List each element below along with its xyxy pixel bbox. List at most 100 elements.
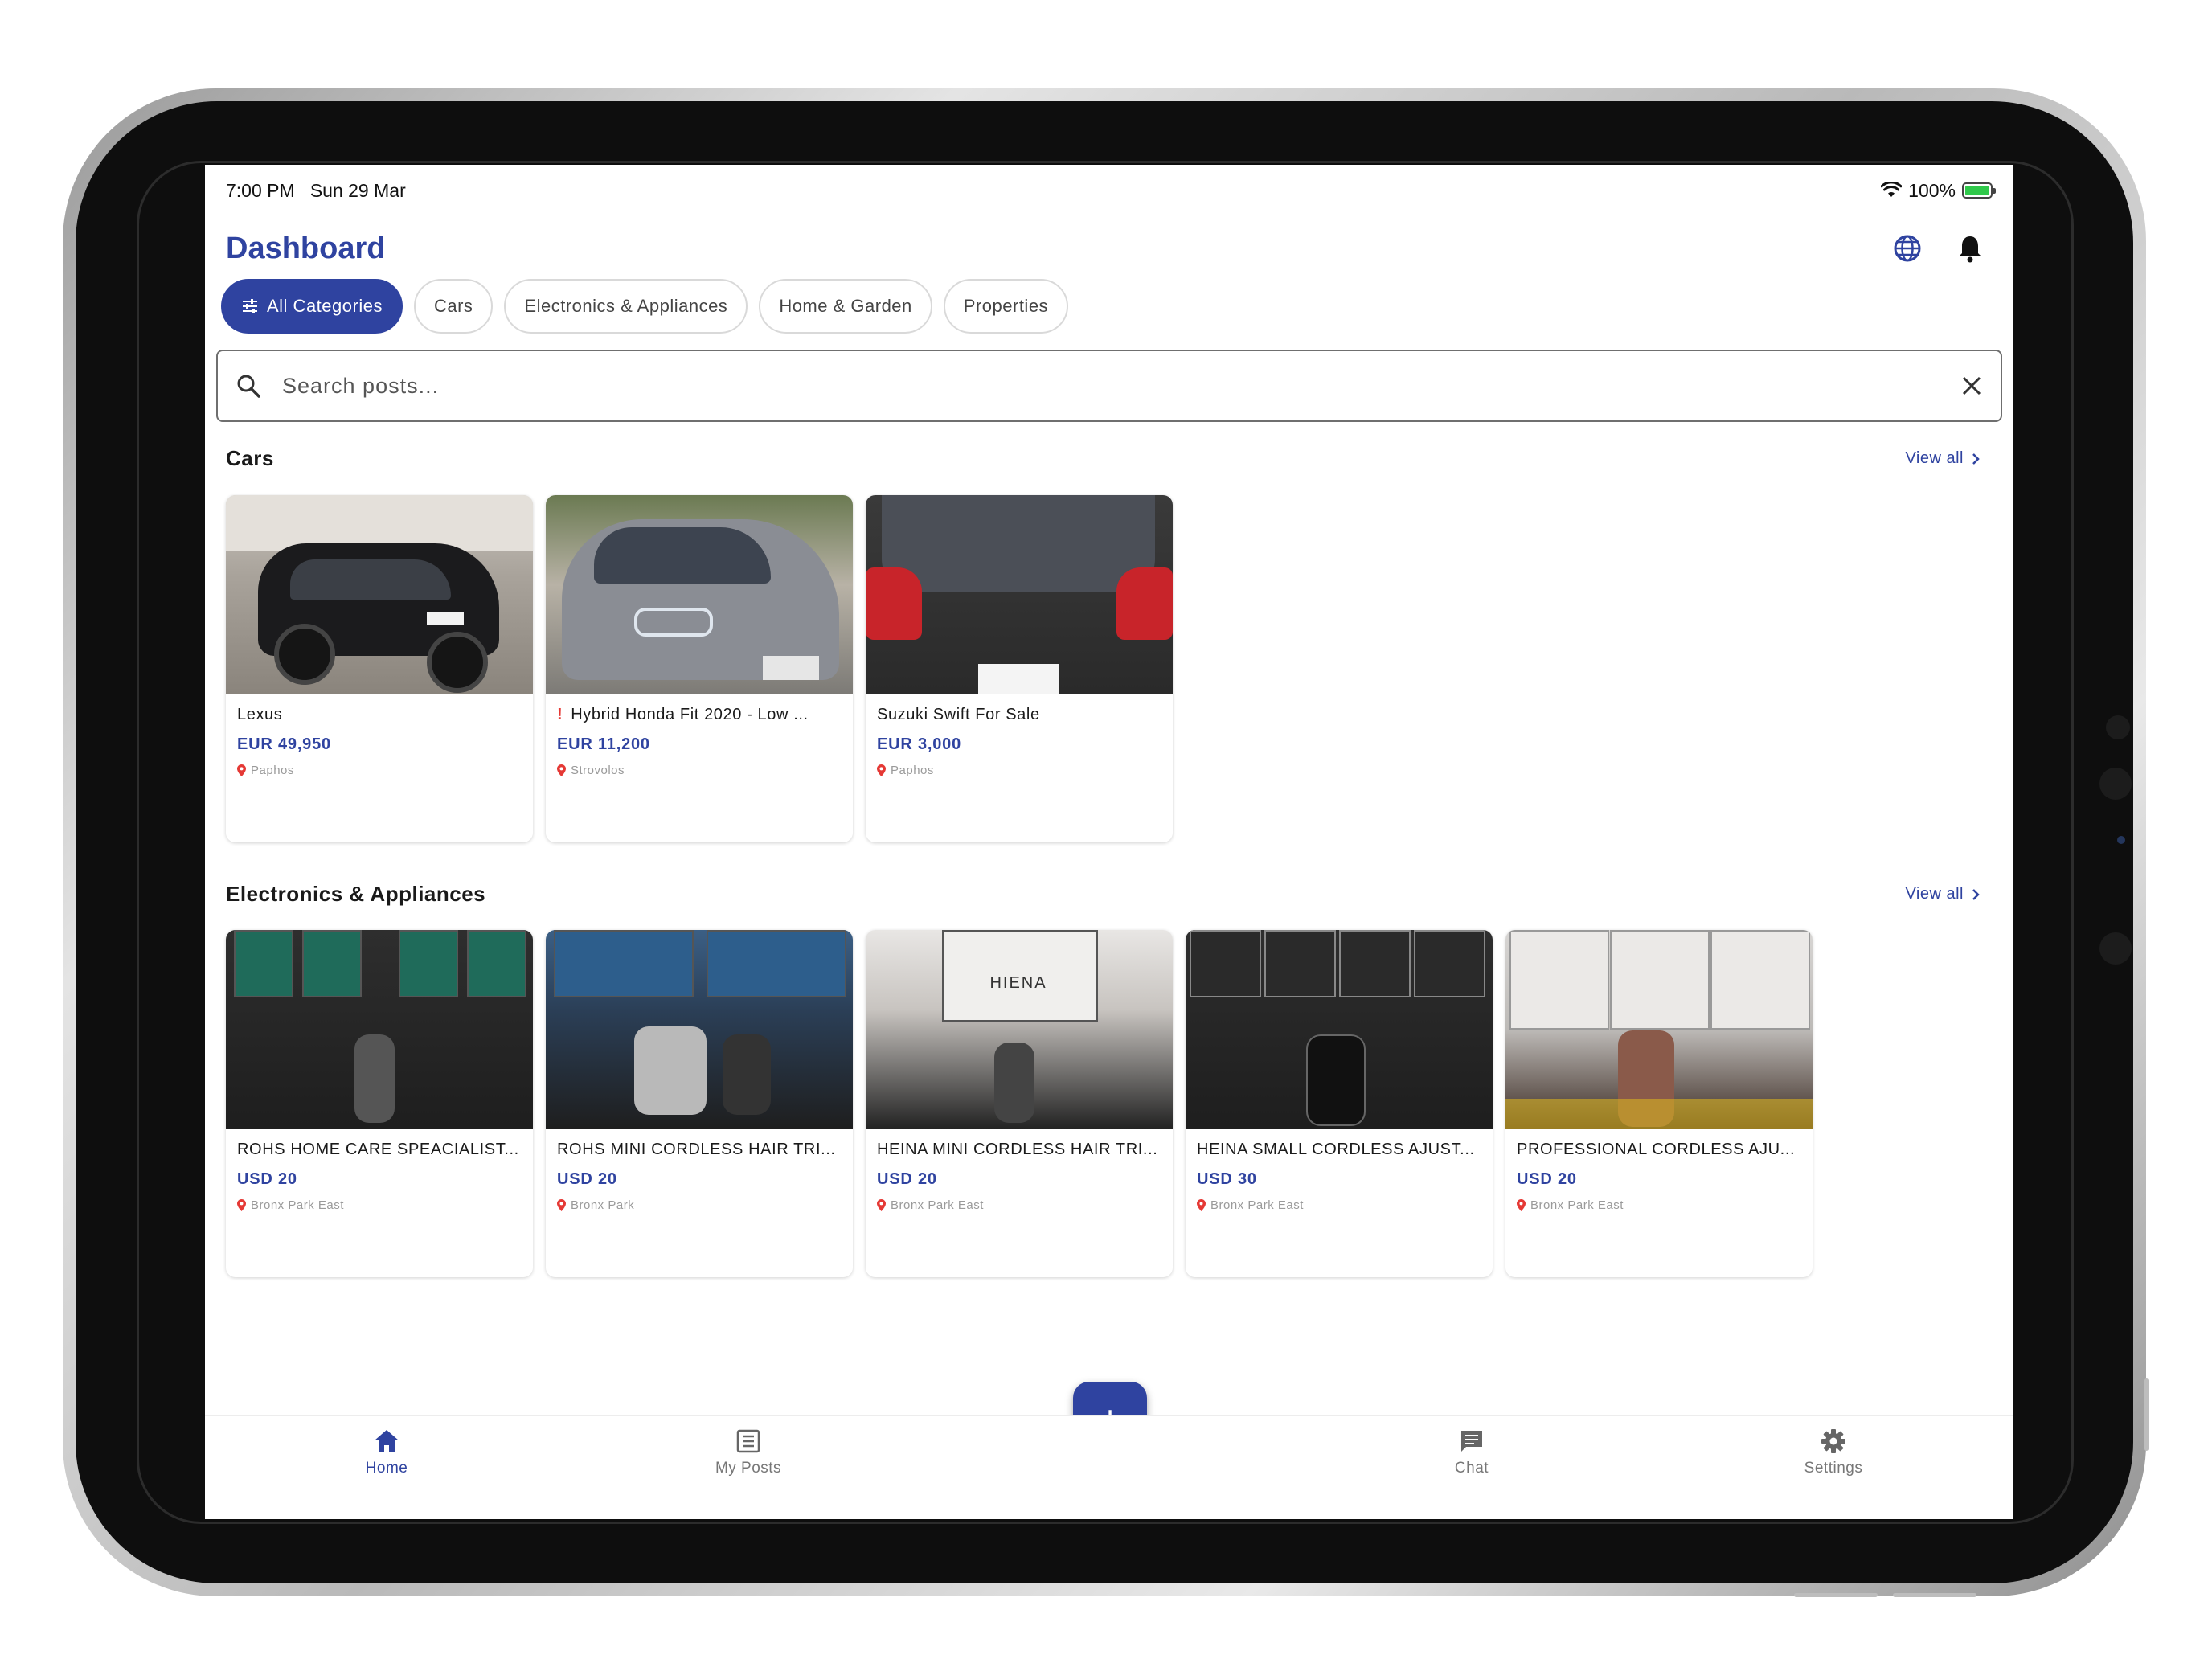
listing-price: EUR 49,950: [237, 735, 331, 753]
listing-title: HEINA MINI CORDLESS HAIR TRI...: [877, 1141, 1158, 1158]
section-title: Cars: [226, 446, 274, 470]
listing-location: Bronx Park East: [1210, 1198, 1304, 1212]
listing-title: Suzuki Swift For Sale: [877, 706, 1040, 723]
status-bar: 7:00 PM Sun 29 Mar 100%: [226, 174, 1996, 207]
chip-label: Cars: [433, 296, 473, 316]
search-bar[interactable]: Search posts...: [216, 350, 2002, 422]
listing-location: Strovolos: [571, 764, 625, 777]
listing-location: Paphos: [891, 764, 934, 777]
listing-card[interactable]: ROHS HOME CARE SPEACIALIST... USD 20 Bro…: [226, 930, 533, 1277]
listing-card[interactable]: Suzuki Swift For Sale EUR 3,000 Paphos: [866, 495, 1173, 842]
globe-icon[interactable]: [1893, 234, 1922, 263]
nav-label: Settings: [1804, 1460, 1863, 1477]
listing-photo: [226, 930, 533, 1129]
search-icon: [237, 375, 260, 398]
electronics-list: ROHS HOME CARE SPEACIALIST... USD 20 Bro…: [226, 930, 1813, 1277]
listing-title: ROHS HOME CARE SPEACIALIST...: [237, 1141, 519, 1158]
product-brand-mark: HIENA: [989, 974, 1047, 992]
section-title: Electronics & Appliances: [226, 882, 486, 906]
search-input[interactable]: Search posts...: [282, 374, 1960, 399]
close-icon[interactable]: [1960, 375, 1983, 397]
alert-icon: !: [557, 706, 563, 723]
chevron-right-icon: [1972, 888, 1980, 900]
location-pin-icon: [557, 764, 566, 776]
chevron-right-icon: [1972, 453, 1980, 465]
listing-title: PROFESSIONAL CORDLESS AJU...: [1517, 1141, 1796, 1158]
wifi-icon: [1881, 182, 1903, 197]
chip-electronics-appliances[interactable]: Electronics & Appliances: [504, 279, 748, 334]
listing-location: Bronx Park East: [891, 1198, 984, 1212]
view-all-link[interactable]: View all: [1905, 449, 1980, 468]
gear-icon: [1821, 1429, 1845, 1453]
camera-sensor: [2106, 715, 2130, 739]
listing-title: HEINA SMALL CORDLESS AJUST...: [1197, 1141, 1475, 1158]
listing-price: USD 20: [1517, 1170, 1577, 1188]
view-all-link[interactable]: View all: [1905, 885, 1980, 903]
listing-location: Bronx Park East: [1530, 1198, 1624, 1212]
section-header-cars: Cars View all: [226, 446, 1993, 471]
chip-label: Home & Garden: [779, 296, 912, 316]
camera-flash: [2099, 932, 2132, 965]
location-pin-icon: [557, 1199, 566, 1211]
location-pin-icon: [237, 1199, 246, 1211]
listing-card[interactable]: PROFESSIONAL CORDLESS AJU... USD 20 Bron…: [1505, 930, 1813, 1277]
listing-price: EUR 3,000: [877, 735, 962, 753]
camera-lens: [2099, 768, 2132, 800]
listing-photo: [866, 495, 1173, 694]
nav-label: My Posts: [715, 1460, 782, 1477]
listing-card[interactable]: HEINA SMALL CORDLESS AJUST... USD 30 Bro…: [1186, 930, 1493, 1277]
nav-label: Chat: [1454, 1460, 1489, 1477]
list-icon: [736, 1429, 760, 1453]
home-icon: [375, 1430, 399, 1452]
chip-all-categories[interactable]: All Categories: [221, 279, 403, 334]
filter-icon: [243, 299, 257, 313]
view-all-label: View all: [1905, 885, 1964, 903]
chip-properties[interactable]: Properties: [943, 279, 1069, 334]
listing-card[interactable]: ! Hybrid Honda Fit 2020 - Low ... EUR 11,…: [546, 495, 853, 842]
power-button: [2144, 1378, 2149, 1451]
category-chips: All Categories Cars Electronics & Applia…: [221, 279, 1069, 334]
section-header-electronics: Electronics & Appliances View all: [226, 882, 1993, 907]
nav-chat[interactable]: Chat: [1391, 1428, 1552, 1477]
listing-card[interactable]: HIENA HEINA MINI CORDLESS HAIR TRI... US…: [866, 930, 1173, 1277]
listing-price: USD 20: [237, 1170, 297, 1188]
cars-list: Lexus EUR 49,950 Paphos ! Hybrid Honda Fi…: [226, 495, 1173, 842]
location-pin-icon: [1517, 1199, 1526, 1211]
battery-percent: 100%: [1908, 179, 1956, 201]
status-time: 7:00 PM: [226, 179, 295, 201]
page-title: Dashboard: [226, 231, 386, 265]
nav-home[interactable]: Home: [306, 1428, 467, 1477]
nav-label: Home: [365, 1460, 408, 1477]
chip-label: Properties: [963, 296, 1049, 316]
chip-label: Electronics & Appliances: [524, 296, 728, 316]
listing-location: Bronx Park East: [251, 1198, 344, 1212]
chat-icon: [1461, 1431, 1482, 1452]
listing-card[interactable]: Lexus EUR 49,950 Paphos: [226, 495, 533, 842]
location-pin-icon: [237, 764, 246, 776]
listing-photo: [226, 495, 533, 694]
listing-title-text: Hybrid Honda Fit 2020 - Low ...: [571, 706, 809, 723]
listing-photo: HIENA: [866, 930, 1173, 1129]
location-pin-icon: [877, 1199, 886, 1211]
listing-card[interactable]: ROHS MINI CORDLESS HAIR TRI... USD 20 Br…: [546, 930, 853, 1277]
view-all-label: View all: [1905, 449, 1964, 467]
status-date: Sun 29 Mar: [309, 179, 406, 201]
camera-indicator: [2117, 836, 2125, 844]
nav-my-posts[interactable]: My Posts: [668, 1428, 829, 1477]
listing-price: USD 20: [877, 1170, 937, 1188]
top-app-bar: Dashboard: [226, 226, 1993, 271]
listing-location: Bronx Park: [571, 1198, 635, 1212]
nav-settings[interactable]: Settings: [1753, 1428, 1914, 1477]
chip-home-garden[interactable]: Home & Garden: [759, 279, 932, 334]
listing-photo: [546, 930, 853, 1129]
bottom-navigation: Home My Posts Chat Settings: [205, 1415, 2013, 1519]
volume-button: [1794, 1593, 1878, 1597]
listing-price: USD 30: [1197, 1170, 1257, 1188]
chip-cars[interactable]: Cars: [413, 279, 494, 334]
listing-price: EUR 11,200: [557, 735, 650, 753]
listing-photo: [1186, 930, 1493, 1129]
listing-location: Paphos: [251, 764, 294, 777]
listing-title: ! Hybrid Honda Fit 2020 - Low ...: [557, 706, 842, 724]
listing-photo: [1505, 930, 1813, 1129]
bell-icon[interactable]: [1957, 234, 1983, 263]
